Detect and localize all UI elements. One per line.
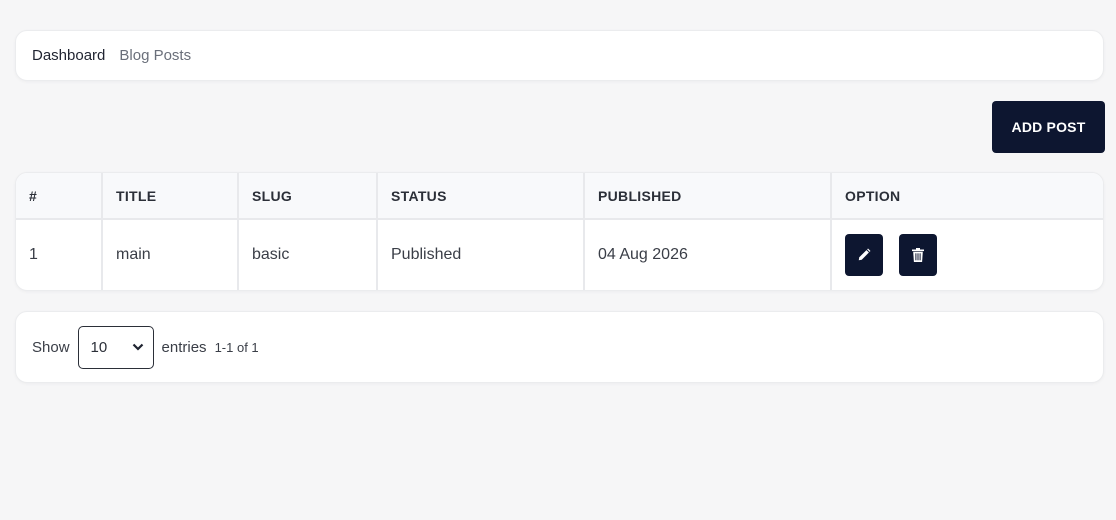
header-slug[interactable]: SLUG <box>238 173 378 220</box>
entries-label: entries <box>161 338 207 356</box>
table-row: 1 main basic Published 04 Aug 2026 <box>16 219 1103 290</box>
page-size-value: 10 <box>90 338 108 356</box>
header-published[interactable]: PUBLISHED <box>584 173 832 220</box>
trash-icon <box>912 248 925 262</box>
edit-button[interactable] <box>845 234 883 276</box>
posts-table: # TITLE SLUG STATUS PUBLISHED OPTION 1 m… <box>16 173 1103 290</box>
page-size-select[interactable]: 10 <box>77 325 154 369</box>
header-status[interactable]: STATUS <box>377 173 585 220</box>
cell-slug: basic <box>238 219 378 290</box>
cell-title: main <box>102 219 239 290</box>
breadcrumb-blog-posts: Blog Posts <box>119 47 192 64</box>
breadcrumb-dashboard[interactable]: Dashboard <box>32 47 105 64</box>
pagination-bar: Show 10 entries 1-1 of 1 <box>15 311 1104 383</box>
table-header-row: # TITLE SLUG STATUS PUBLISHED OPTION <box>16 173 1103 220</box>
pencil-icon <box>858 248 871 261</box>
breadcrumb: Dashboard Blog Posts <box>15 30 1104 81</box>
add-post-button[interactable]: ADD POST <box>992 101 1105 153</box>
posts-table-card: # TITLE SLUG STATUS PUBLISHED OPTION 1 m… <box>15 172 1104 291</box>
cell-published: 04 Aug 2026 <box>584 219 832 290</box>
show-label: Show <box>32 338 70 356</box>
chevron-down-icon <box>132 343 143 351</box>
cell-number: 1 <box>16 219 103 290</box>
cell-status: Published <box>377 219 585 290</box>
header-title[interactable]: TITLE <box>102 173 239 220</box>
cell-options <box>831 219 1103 290</box>
delete-button[interactable] <box>899 234 938 276</box>
range-text: 1-1 of 1 <box>214 339 259 355</box>
header-number: # <box>16 173 103 220</box>
header-option: OPTION <box>831 173 1103 220</box>
